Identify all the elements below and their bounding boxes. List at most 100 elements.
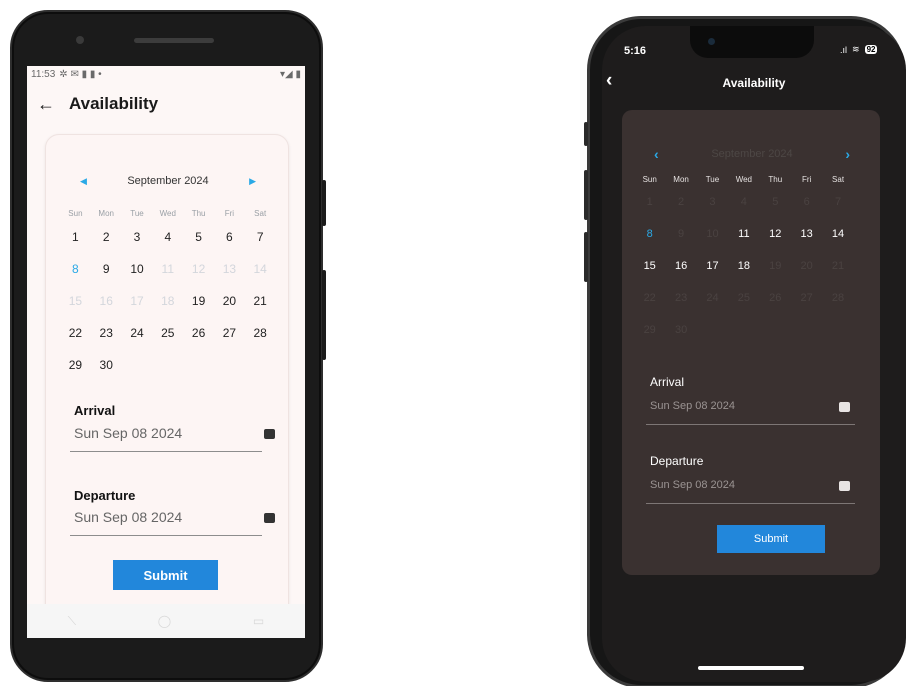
navigation-bar: ⟍ ◯ ▭ <box>27 604 305 638</box>
calendar-day-disabled: 17 <box>130 294 144 308</box>
calendar-week: 8 9 10 11 12 13 14 <box>60 253 276 285</box>
calendar-day-disabled: 19 <box>769 260 782 272</box>
calendar-day-selected[interactable]: 8 <box>634 228 665 240</box>
home-indicator[interactable] <box>698 666 804 670</box>
volume-up-button <box>584 170 588 220</box>
calendar-day[interactable]: 18 <box>728 260 759 272</box>
calendar-day-disabled: 26 <box>769 292 782 304</box>
front-camera-icon <box>76 36 84 44</box>
calendar-day-disabled: 24 <box>706 292 719 304</box>
calendar-grid: Sun Mon Tue Wed Thu Fri Sat 1 2 3 4 5 6 … <box>634 172 868 346</box>
calendar-icon[interactable] <box>264 513 275 523</box>
calendar-day[interactable]: 10 <box>122 262 153 276</box>
ios-screen: 5:16 .ıl ≋ 92 ‹ Availability ‹ September… <box>602 26 906 682</box>
mute-switch <box>584 122 588 146</box>
calendar-grid: Sun Mon Tue Wed Thu Fri Sat 1 2 3 4 5 6 … <box>60 205 276 381</box>
calendar-day[interactable]: 30 <box>91 358 122 372</box>
weekday-label: Wed <box>735 174 753 184</box>
calendar-day-disabled: 28 <box>831 292 845 304</box>
calendar-day[interactable]: 22 <box>60 326 91 340</box>
next-month-icon[interactable]: › <box>845 146 850 162</box>
prev-month-icon[interactable]: ◀ <box>80 176 87 187</box>
weekday-label: Tue <box>130 208 144 218</box>
submit-button[interactable]: Submit <box>113 560 218 590</box>
calendar-month: September 2024 <box>127 175 209 187</box>
calendar-day[interactable]: 17 <box>697 260 728 272</box>
calendar-day[interactable]: 1 <box>60 230 91 244</box>
calendar-day[interactable]: 3 <box>122 230 153 244</box>
calendar-day[interactable]: 12 <box>760 228 791 240</box>
departure-label: Departure <box>74 488 136 503</box>
departure-underline <box>646 503 855 504</box>
departure-underline <box>70 535 262 536</box>
calendar-day[interactable]: 11 <box>728 228 759 240</box>
calendar-icon[interactable] <box>839 402 850 412</box>
weekday-label: Wed <box>159 208 176 218</box>
notch <box>690 26 814 58</box>
prev-month-icon[interactable]: ‹ <box>654 146 659 162</box>
page-title: Availability <box>69 94 159 113</box>
power-button <box>322 180 326 226</box>
calendar-day-disabled: 15 <box>68 294 83 308</box>
calendar-day[interactable]: 27 <box>214 326 245 340</box>
weekday-label: Thu <box>768 174 783 184</box>
signal-battery-icons: ▾◢ ▮ <box>280 68 301 80</box>
calendar-day[interactable]: 20 <box>214 294 245 308</box>
arrival-underline <box>646 424 855 425</box>
calendar-day[interactable]: 26 <box>183 326 214 340</box>
home-nav-icon[interactable]: ◯ <box>158 614 171 628</box>
calendar-day[interactable]: 13 <box>791 228 822 240</box>
calendar-day-disabled: 5 <box>772 196 779 208</box>
calendar-day[interactable]: 16 <box>665 260 696 272</box>
calendar-day[interactable]: 19 <box>183 294 214 308</box>
calendar-day-disabled: 22 <box>643 292 656 304</box>
weekday-label: Sat <box>254 208 267 218</box>
calendar-day[interactable]: 21 <box>245 294 276 308</box>
calendar-day[interactable]: 6 <box>214 230 245 244</box>
calendar-day[interactable]: 29 <box>60 358 91 372</box>
calendar-day[interactable]: 2 <box>91 230 122 244</box>
calendar-week: 15 16 17 18 19 20 21 <box>634 250 868 282</box>
calendar-day[interactable]: 24 <box>122 326 153 340</box>
signal-icon: .ıl <box>840 44 848 55</box>
calendar-day-disabled: 9 <box>678 228 685 240</box>
recents-nav-icon[interactable]: ▭ <box>253 614 264 628</box>
calendar-week: 29 30 <box>634 314 868 346</box>
calendar-day-disabled: 23 <box>674 292 688 304</box>
weekday-label: Sun <box>642 174 657 184</box>
calendar-day-disabled: 12 <box>191 262 206 276</box>
page-title: Availability <box>722 76 786 90</box>
arrival-field[interactable]: Sun Sep 08 2024 <box>74 425 182 441</box>
back-nav-icon[interactable]: ⟍ <box>68 614 76 629</box>
calendar-day-disabled: 11 <box>161 262 175 276</box>
calendar-day-selected[interactable]: 8 <box>60 262 91 276</box>
next-month-icon[interactable]: ▶ <box>249 176 256 187</box>
calendar-day[interactable]: 7 <box>245 230 276 244</box>
departure-field[interactable]: Sun Sep 08 2024 <box>650 479 735 491</box>
calendar-day-disabled: 20 <box>800 260 813 272</box>
weekday-label: Fri <box>224 208 235 218</box>
weekday-row: Sun Mon Tue Wed Thu Fri Sat <box>634 172 868 186</box>
calendar-day[interactable]: 25 <box>152 326 183 340</box>
departure-field[interactable]: Sun Sep 08 2024 <box>74 509 182 525</box>
arrival-field[interactable]: Sun Sep 08 2024 <box>650 400 735 412</box>
calendar-day-disabled: 1 <box>646 196 653 208</box>
calendar-day-disabled: 6 <box>803 196 810 208</box>
calendar-day[interactable]: 9 <box>91 262 122 276</box>
back-arrow-icon[interactable]: ← <box>29 94 63 115</box>
calendar-day-disabled: 21 <box>831 260 845 272</box>
calendar-day[interactable]: 14 <box>822 228 853 240</box>
weekday-label: Sun <box>68 208 83 218</box>
submit-button[interactable]: Submit <box>717 525 825 553</box>
notification-icons: ✲ ✉ ▮ ▮ • <box>59 68 102 80</box>
calendar-day[interactable]: 15 <box>634 260 665 272</box>
calendar-day[interactable]: 23 <box>91 326 122 340</box>
calendar-icon[interactable] <box>839 481 850 491</box>
calendar-header: ◀ September 2024 ▶ <box>46 175 290 187</box>
calendar-day[interactable]: 28 <box>245 326 276 340</box>
calendar-day[interactable]: 5 <box>183 230 214 244</box>
front-camera-icon <box>708 38 715 45</box>
weekday-label: Mon <box>98 208 114 218</box>
calendar-icon[interactable] <box>264 429 275 439</box>
calendar-day[interactable]: 4 <box>152 230 183 244</box>
